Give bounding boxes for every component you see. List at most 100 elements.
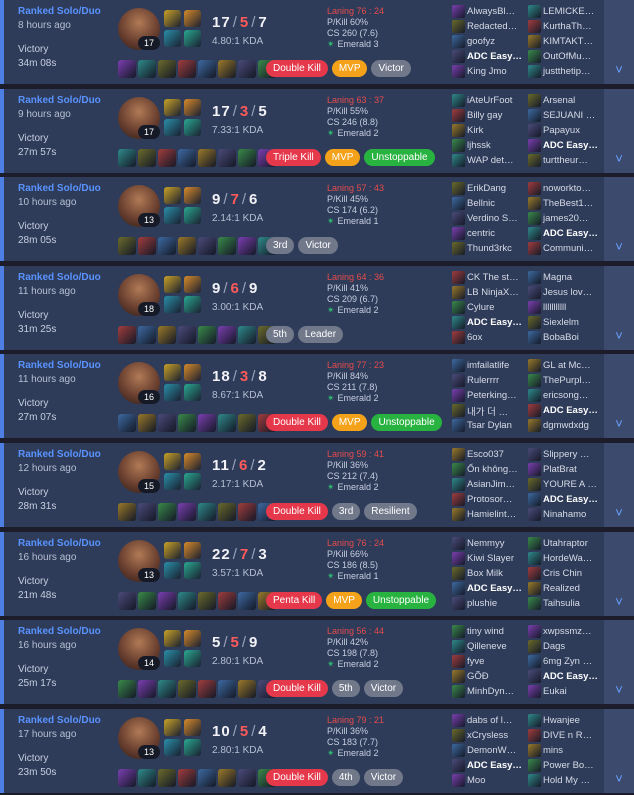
player-entry[interactable]: PlatBrat <box>528 463 602 476</box>
player-entry[interactable]: Slippery … <box>528 448 602 461</box>
item-icon[interactable] <box>218 149 236 167</box>
match-card[interactable]: Ranked Solo/Duo 8 hours ago Victory 34m 08s… <box>0 0 634 84</box>
item-icon[interactable] <box>238 769 256 787</box>
player-entry[interactable]: lllllllllll <box>528 301 602 314</box>
player-entry[interactable]: Cylure <box>452 301 526 314</box>
secondary-rune-icon[interactable] <box>184 473 201 490</box>
player-entry[interactable]: Nemmyy <box>452 537 526 550</box>
player-entry[interactable]: MinhDyn… <box>452 685 526 698</box>
player-entry[interactable]: centric <box>452 227 526 240</box>
player-entry[interactable]: Peterking… <box>452 389 526 402</box>
item-icon[interactable] <box>218 680 236 698</box>
match-card[interactable]: Ranked Solo/Duo 17 hours ago Victory 23m 50… <box>0 709 634 793</box>
player-entry[interactable]: ADC Easy… <box>452 50 526 63</box>
player-entry[interactable]: ADC Easy… <box>452 759 526 772</box>
keystone-rune-icon[interactable] <box>184 187 201 204</box>
item-icon[interactable] <box>118 592 136 610</box>
item-icon[interactable] <box>238 326 256 344</box>
player-entry[interactable]: ErikDang <box>452 182 526 195</box>
summoner-spell-icon[interactable] <box>164 207 181 224</box>
item-icon[interactable] <box>118 149 136 167</box>
player-entry[interactable]: ADC Easy… <box>528 670 602 683</box>
expand-match-button[interactable]: ˅ <box>604 266 634 350</box>
player-entry[interactable]: AsianJim… <box>452 478 526 491</box>
item-icon[interactable] <box>218 769 236 787</box>
player-entry[interactable]: ADC Easy… <box>528 227 602 240</box>
match-card[interactable]: Ranked Solo/Duo 9 hours ago Victory 27m 57s… <box>0 89 634 173</box>
summoner-spell-icon[interactable] <box>164 453 181 470</box>
player-entry[interactable]: 내가 더 … <box>452 404 526 417</box>
champion-portrait[interactable]: 13 <box>118 540 160 582</box>
player-entry[interactable]: YOURE A … <box>528 478 602 491</box>
player-entry[interactable]: King Jmo <box>452 65 526 78</box>
item-icon[interactable] <box>118 680 136 698</box>
player-entry[interactable]: dgmwdxdg <box>528 419 602 432</box>
item-icon[interactable] <box>178 237 196 255</box>
item-icon[interactable] <box>198 769 216 787</box>
item-icon[interactable] <box>158 326 176 344</box>
player-entry[interactable]: xCrysless <box>452 729 526 742</box>
secondary-rune-icon[interactable] <box>184 650 201 667</box>
item-icon[interactable] <box>138 592 156 610</box>
player-entry[interactable]: Eukai <box>528 685 602 698</box>
item-icon[interactable] <box>118 326 136 344</box>
summoner-spell-icon[interactable] <box>164 30 181 47</box>
player-entry[interactable]: turttheur… <box>528 154 602 167</box>
champion-portrait[interactable]: 13 <box>118 185 160 227</box>
player-entry[interactable]: Papayux <box>528 124 602 137</box>
player-entry[interactable]: ADC Easy… <box>528 493 602 506</box>
item-icon[interactable] <box>238 149 256 167</box>
item-icon[interactable] <box>158 237 176 255</box>
item-icon[interactable] <box>118 237 136 255</box>
player-entry[interactable]: james20… <box>528 212 602 225</box>
player-entry[interactable]: KIMTAKT… <box>528 35 602 48</box>
player-entry[interactable]: Protosor… <box>452 493 526 506</box>
expand-match-button[interactable]: ˅ <box>604 532 634 616</box>
champion-portrait[interactable]: 14 <box>118 628 160 670</box>
keystone-rune-icon[interactable] <box>184 10 201 27</box>
match-card[interactable]: Ranked Solo/Duo 11 hours ago Victory 27m 07… <box>0 354 634 438</box>
secondary-rune-icon[interactable] <box>184 119 201 136</box>
item-icon[interactable] <box>158 503 176 521</box>
player-entry[interactable]: BobaBoi <box>528 331 602 344</box>
player-entry[interactable]: Qilleneve <box>452 640 526 653</box>
player-entry[interactable]: Thund3rkc <box>452 242 526 255</box>
expand-match-button[interactable]: ˅ <box>604 443 634 527</box>
player-entry[interactable]: AlwaysBl… <box>452 5 526 18</box>
player-entry[interactable]: Bellnic <box>452 197 526 210</box>
item-icon[interactable] <box>198 326 216 344</box>
player-entry[interactable]: iAteUrFoot <box>452 94 526 107</box>
player-entry[interactable]: Esco037 <box>452 448 526 461</box>
player-entry[interactable]: Redacted… <box>452 20 526 33</box>
expand-match-button[interactable]: ˅ <box>604 89 634 173</box>
item-icon[interactable] <box>238 60 256 78</box>
player-entry[interactable]: LEMICKE… <box>528 5 602 18</box>
summoner-spell-icon[interactable] <box>164 384 181 401</box>
item-icon[interactable] <box>178 149 196 167</box>
player-entry[interactable]: HordeWa… <box>528 552 602 565</box>
secondary-rune-icon[interactable] <box>184 207 201 224</box>
item-icon[interactable] <box>218 237 236 255</box>
item-icon[interactable] <box>138 414 156 432</box>
match-card[interactable]: Ranked Solo/Duo 10 hours ago Victory 28m 05… <box>0 177 634 261</box>
item-icon[interactable] <box>118 414 136 432</box>
player-entry[interactable]: justthetip… <box>528 65 602 78</box>
summoner-spell-icon[interactable] <box>164 187 181 204</box>
player-entry[interactable]: Hwanjee <box>528 714 602 727</box>
champion-portrait[interactable]: 17 <box>118 8 160 50</box>
player-entry[interactable]: LB NinjaX… <box>452 286 526 299</box>
item-icon[interactable] <box>238 680 256 698</box>
player-entry[interactable]: Taihsulia <box>528 597 602 610</box>
item-icon[interactable] <box>238 592 256 610</box>
item-icon[interactable] <box>218 60 236 78</box>
player-entry[interactable]: Box Milk <box>452 567 526 580</box>
summoner-spell-icon[interactable] <box>164 650 181 667</box>
item-icon[interactable] <box>138 769 156 787</box>
item-icon[interactable] <box>198 503 216 521</box>
summoner-spell-icon[interactable] <box>164 10 181 27</box>
player-entry[interactable]: ADC Easy… <box>528 404 602 417</box>
match-card[interactable]: Ranked Solo/Duo 11 hours ago Victory 31m 25… <box>0 266 634 350</box>
item-icon[interactable] <box>138 237 156 255</box>
summoner-spell-icon[interactable] <box>164 119 181 136</box>
item-icon[interactable] <box>218 326 236 344</box>
